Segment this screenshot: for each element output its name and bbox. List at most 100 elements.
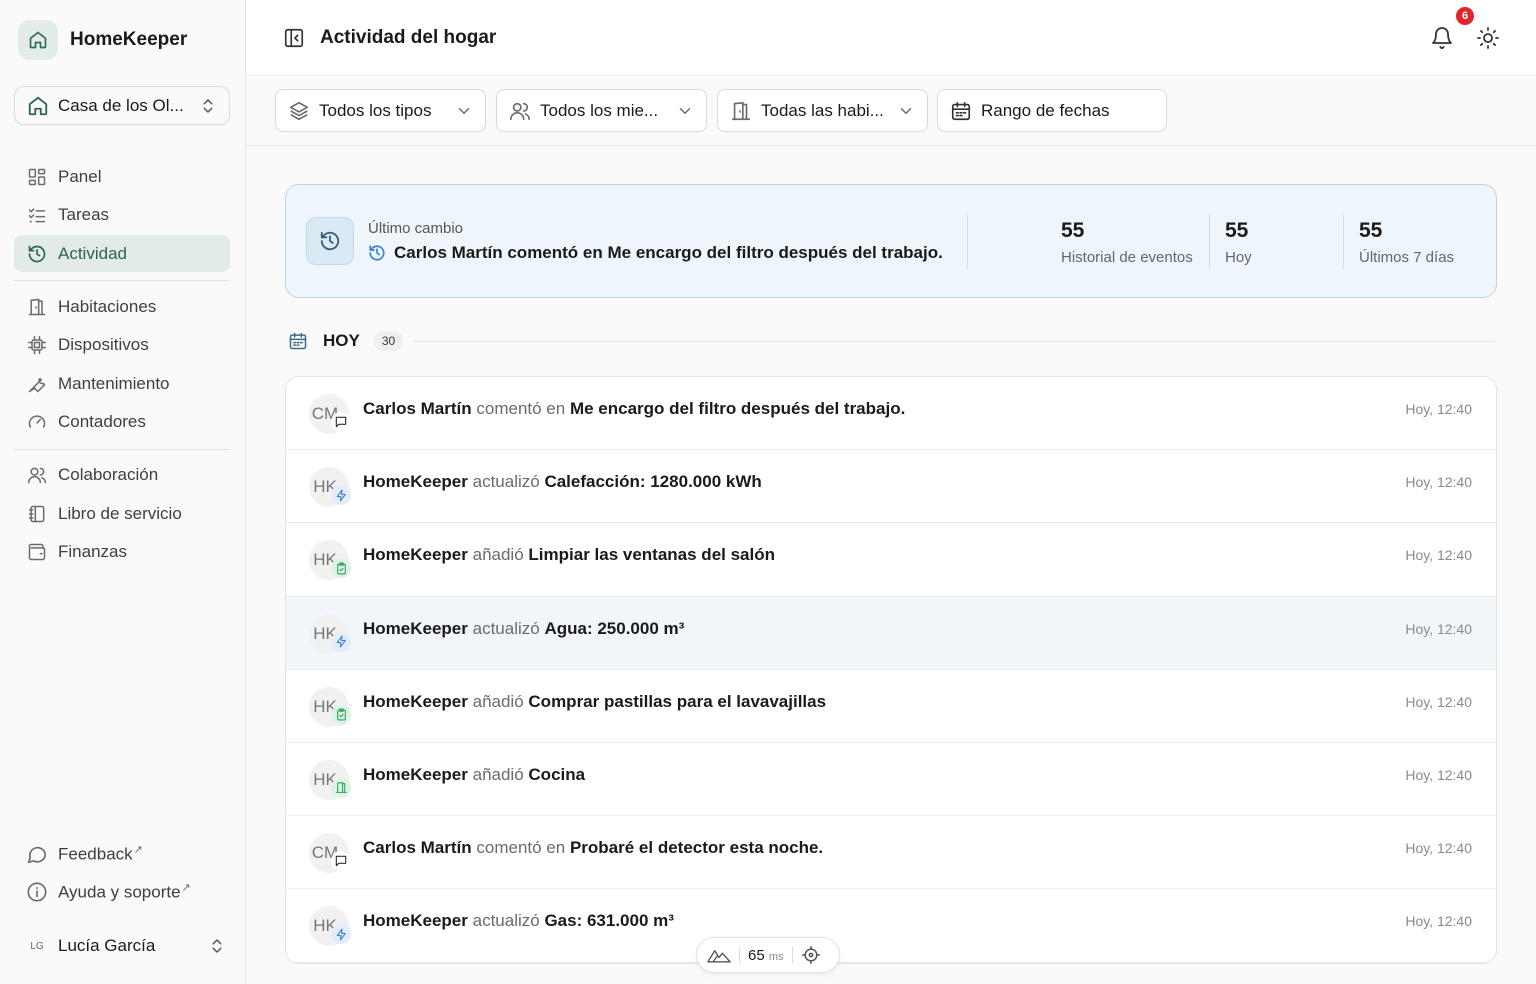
nav-item-contadores[interactable]: Contadores xyxy=(14,404,230,441)
event-target[interactable]: Probaré el detector esta noche. xyxy=(570,838,823,857)
event-time: Hoy, 12:40 xyxy=(1405,401,1472,417)
brand[interactable]: HomeKeeper xyxy=(18,20,187,60)
date-range-filter[interactable]: Rango de fechas xyxy=(937,89,1167,132)
event-time: Hoy, 12:40 xyxy=(1405,913,1472,930)
home-selector-label: Casa de los Ol... xyxy=(58,95,184,115)
nav-item-tareas[interactable]: Tareas xyxy=(14,197,230,234)
external-link-icon: ↗ xyxy=(133,843,143,856)
stat-last-7-days: 55 Últimos 7 días xyxy=(1359,219,1454,266)
divider xyxy=(1209,215,1210,269)
event-actor[interactable]: Carlos Martín xyxy=(363,838,472,857)
event-actor[interactable]: HomeKeeper xyxy=(363,619,468,638)
type-filter[interactable]: Todos los tipos xyxy=(275,89,486,132)
date-range-label: Rango de fechas xyxy=(981,100,1110,120)
event-target[interactable]: Calefacción: 1280.000 kWh xyxy=(544,472,761,491)
nav-divider xyxy=(14,448,230,450)
bolt-icon xyxy=(331,631,351,652)
render-time-unit: ms xyxy=(768,950,784,963)
event-row[interactable]: HK HomeKeeper actualizó Calefacción: 1280… xyxy=(286,450,1496,524)
event-target[interactable]: Comprar pastillas para el lavavajillas xyxy=(528,692,826,711)
event-row[interactable]: HK HomeKeeper actualizó Agua: 250.000 m³ H… xyxy=(286,596,1496,670)
chip-icon xyxy=(26,334,48,356)
nav-item-feedback[interactable]: Feedback↗ xyxy=(14,835,230,872)
event-target[interactable]: Me encargo del filtro después del trabaj… xyxy=(570,399,905,418)
door-icon xyxy=(730,100,752,122)
nav-item-panel[interactable]: Panel xyxy=(14,158,230,195)
event-row[interactable]: CM Carlos Martín comentó en Me encargo de… xyxy=(286,377,1496,451)
stat-value: 55 xyxy=(1359,219,1383,242)
group-divider xyxy=(413,340,1494,342)
event-actor[interactable]: HomeKeeper xyxy=(363,692,468,711)
event-actor[interactable]: HomeKeeper xyxy=(363,765,468,784)
member-filter[interactable]: Todos los mie... xyxy=(496,89,707,132)
performance-widget[interactable]: 65 ms xyxy=(696,937,840,973)
divider xyxy=(791,947,793,963)
last-change-text: Carlos Martín comentó en Me encargo del … xyxy=(394,243,943,262)
door-icon xyxy=(331,777,351,798)
event-text: HomeKeeper actualizó Calefacción: 1280.0… xyxy=(363,472,762,492)
event-actor[interactable]: HomeKeeper xyxy=(363,545,468,564)
bolt-icon xyxy=(331,485,351,506)
bell-icon[interactable] xyxy=(1430,26,1454,50)
event-actor[interactable]: HomeKeeper xyxy=(363,911,468,930)
nav-item-actividad[interactable]: Actividad xyxy=(14,235,230,272)
event-time: Hoy, 12:40 xyxy=(1405,693,1472,710)
home-selector[interactable]: Casa de los Ol... xyxy=(14,86,230,125)
sun-icon[interactable] xyxy=(1476,26,1500,50)
type-filter-label: Todos los tipos xyxy=(319,100,432,120)
nav-item-colaboracion[interactable]: Colaboración xyxy=(14,457,230,494)
sidebar-toggle-icon[interactable] xyxy=(283,27,305,49)
group-count-badge: 30 xyxy=(373,331,404,351)
event-row[interactable]: HK HomeKeeper añadió Comprar pastillas pa… xyxy=(286,669,1496,743)
notification-badge: 6 xyxy=(1454,5,1476,27)
nav-item-finanzas[interactable]: Finanzas xyxy=(14,534,230,571)
nav-item-ayuda[interactable]: Ayuda y soporte↗ xyxy=(14,874,230,911)
door-icon xyxy=(26,296,48,318)
event-row[interactable]: HK HomeKeeper añadió Limpiar las ventanas… xyxy=(286,523,1496,597)
wallet-icon xyxy=(26,541,48,563)
app-name: HomeKeeper xyxy=(70,29,188,50)
event-actor[interactable]: Carlos Martín xyxy=(363,399,472,418)
nav-label: Contadores xyxy=(58,412,146,431)
event-target[interactable]: Cocina xyxy=(528,765,585,784)
group-title: HOY xyxy=(323,331,360,350)
comment-icon xyxy=(331,412,351,432)
event-verb: comentó en xyxy=(476,838,566,858)
event-target[interactable]: Agua: 250.000 m³ xyxy=(544,619,684,638)
room-filter[interactable]: Todas las habi... xyxy=(717,89,928,132)
crosshair-icon[interactable] xyxy=(801,945,821,965)
event-time: Hoy, 12:40 xyxy=(1405,474,1472,491)
event-target[interactable]: Gas: 631.000 m³ xyxy=(544,911,673,930)
nav-item-libro-de-servicio[interactable]: Libro de servicio xyxy=(14,495,230,532)
event-text: HomeKeeper actualizó Agua: 250.000 m³ xyxy=(363,619,684,639)
event-text: HomeKeeper añadió Comprar pastillas para… xyxy=(363,692,826,712)
divider xyxy=(967,215,968,269)
event-row[interactable]: HK HomeKeeper añadió Cocina Hoy, 12:40 xyxy=(286,742,1496,817)
event-actor[interactable]: HomeKeeper xyxy=(363,472,468,491)
filter-bar: Todos los tipos Todos los mie... Todas l… xyxy=(246,77,1536,146)
event-text: HomeKeeper añadió Cocina xyxy=(363,765,585,785)
external-link-icon: ↗ xyxy=(181,882,191,895)
nav-label: Dispositivos xyxy=(58,335,149,354)
stat-today: 55 Hoy xyxy=(1225,219,1252,266)
stat-label: Últimos 7 días xyxy=(1359,249,1455,266)
event-text: HomeKeeper actualizó Gas: 631.000 m³ xyxy=(363,911,674,931)
event-verb: comentó en xyxy=(476,399,566,418)
nav-label: Colaboración xyxy=(58,465,159,484)
stat-label: Hoy xyxy=(1225,249,1252,266)
event-row[interactable]: HK HomeKeeper actualizó Gas: 631.000 m³ Ho… xyxy=(286,889,1496,963)
chevron-down-icon xyxy=(897,102,915,120)
event-text: HomeKeeper añadió Limpiar las ventanas d… xyxy=(363,545,775,565)
group-header-today: HOY 30 xyxy=(288,328,1494,354)
clipboard-check-icon xyxy=(331,704,351,725)
nav-item-dispositivos[interactable]: Dispositivos xyxy=(14,327,230,364)
last-change-message[interactable]: Carlos Martín comentó en Me encargo del … xyxy=(368,243,943,263)
event-row[interactable]: CM Carlos Martín comentó en Probaré el de… xyxy=(286,816,1496,890)
nav-item-mantenimiento[interactable]: Mantenimiento xyxy=(14,365,230,402)
avatar: LG xyxy=(30,940,44,952)
nav-item-habitaciones[interactable]: Habitaciones xyxy=(14,288,230,325)
house-icon xyxy=(27,95,49,117)
event-target[interactable]: Limpiar las ventanas del salón xyxy=(528,545,775,564)
activity-content: Último cambio Carlos Martín comentó en M… xyxy=(246,146,1536,984)
user-menu[interactable]: LG Lucía García xyxy=(26,935,226,957)
